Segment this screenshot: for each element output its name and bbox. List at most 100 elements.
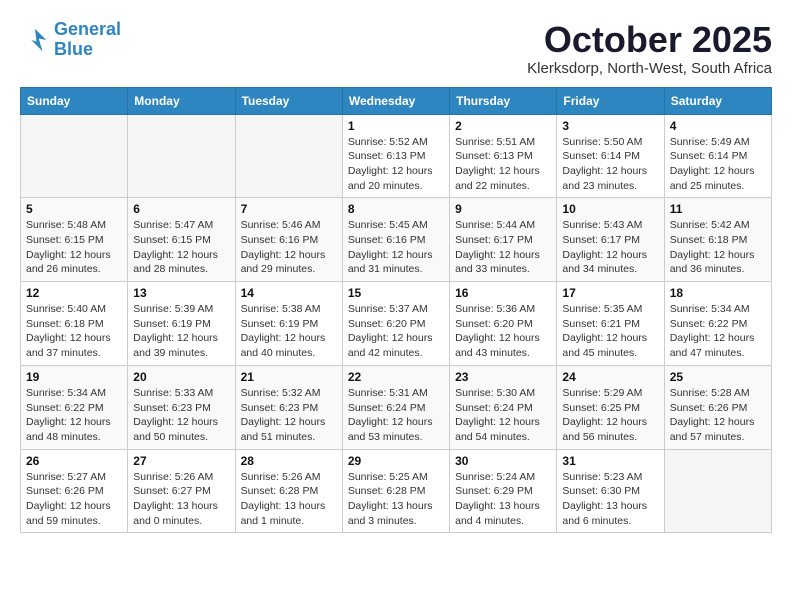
calendar-week-row: 26 Sunrise: 5:27 AM Sunset: 6:26 PM Dayli…	[21, 449, 772, 533]
day-number: 6	[133, 202, 229, 216]
day-info: Sunrise: 5:43 AM Sunset: 6:17 PM Dayligh…	[562, 218, 658, 277]
table-row: 30 Sunrise: 5:24 AM Sunset: 6:29 PM Dayli…	[450, 449, 557, 533]
table-row: 31 Sunrise: 5:23 AM Sunset: 6:30 PM Dayli…	[557, 449, 664, 533]
day-number: 18	[670, 286, 766, 300]
day-number: 30	[455, 454, 551, 468]
table-row: 1Sunrise: 5:52 AM Sunset: 6:13 PM Daylig…	[342, 114, 449, 198]
day-info: Sunrise: 5:49 AM Sunset: 6:14 PM Dayligh…	[670, 135, 766, 194]
day-info: Sunrise: 5:38 AM Sunset: 6:19 PM Dayligh…	[241, 302, 337, 361]
day-info: Sunrise: 5:31 AM Sunset: 6:24 PM Dayligh…	[348, 386, 444, 445]
page-header: General Blue October 2025 Klerksdorp, No…	[20, 20, 772, 77]
day-info: Sunrise: 5:48 AM Sunset: 6:15 PM Dayligh…	[26, 218, 122, 277]
table-row: 23 Sunrise: 5:30 AM Sunset: 6:24 PM Dayli…	[450, 365, 557, 449]
day-info: Sunrise: 5:50 AM Sunset: 6:14 PM Dayligh…	[562, 135, 658, 194]
day-number: 1	[348, 119, 444, 133]
calendar-week-row: 1Sunrise: 5:52 AM Sunset: 6:13 PM Daylig…	[21, 114, 772, 198]
day-info: Sunrise: 5:25 AM Sunset: 6:28 PM Dayligh…	[348, 470, 444, 529]
header-sunday: Sunday	[21, 87, 128, 114]
day-number: 10	[562, 202, 658, 216]
day-number: 22	[348, 370, 444, 384]
day-number: 29	[348, 454, 444, 468]
table-row: 10 Sunrise: 5:43 AM Sunset: 6:17 PM Dayli…	[557, 198, 664, 282]
table-row: 8Sunrise: 5:45 AM Sunset: 6:16 PM Daylig…	[342, 198, 449, 282]
header-saturday: Saturday	[664, 87, 771, 114]
table-row: 15Sunrise: 5:37 AM Sunset: 6:20 PM Dayli…	[342, 282, 449, 366]
day-number: 26	[26, 454, 122, 468]
day-number: 20	[133, 370, 229, 384]
day-info: Sunrise: 5:36 AM Sunset: 6:20 PM Dayligh…	[455, 302, 551, 361]
day-info: Sunrise: 5:46 AM Sunset: 6:16 PM Dayligh…	[241, 218, 337, 277]
table-row: 28 Sunrise: 5:26 AM Sunset: 6:28 PM Dayli…	[235, 449, 342, 533]
day-number: 13	[133, 286, 229, 300]
table-row	[664, 449, 771, 533]
day-info: Sunrise: 5:29 AM Sunset: 6:25 PM Dayligh…	[562, 386, 658, 445]
day-number: 19	[26, 370, 122, 384]
table-row: 19Sunrise: 5:34 AM Sunset: 6:22 PM Dayli…	[21, 365, 128, 449]
table-row: 12 Sunrise: 5:40 AM Sunset: 6:18 PM Dayli…	[21, 282, 128, 366]
day-info: Sunrise: 5:42 AM Sunset: 6:18 PM Dayligh…	[670, 218, 766, 277]
header-tuesday: Tuesday	[235, 87, 342, 114]
day-info: Sunrise: 5:23 AM Sunset: 6:30 PM Dayligh…	[562, 470, 658, 529]
table-row: 26 Sunrise: 5:27 AM Sunset: 6:26 PM Dayli…	[21, 449, 128, 533]
header-thursday: Thursday	[450, 87, 557, 114]
table-row: 4 Sunrise: 5:49 AM Sunset: 6:14 PM Daylig…	[664, 114, 771, 198]
day-number: 12	[26, 286, 122, 300]
month-title: October 2025	[527, 20, 772, 60]
day-info: Sunrise: 5:24 AM Sunset: 6:29 PM Dayligh…	[455, 470, 551, 529]
day-info: Sunrise: 5:27 AM Sunset: 6:26 PM Dayligh…	[26, 470, 122, 529]
calendar-week-row: 5 Sunrise: 5:48 AM Sunset: 6:15 PM Daylig…	[21, 198, 772, 282]
day-number: 9	[455, 202, 551, 216]
table-row: 3 Sunrise: 5:50 AM Sunset: 6:14 PM Daylig…	[557, 114, 664, 198]
day-number: 15	[348, 286, 444, 300]
logo: General Blue	[20, 20, 121, 60]
day-number: 4	[670, 119, 766, 133]
weekday-header-row: Sunday Monday Tuesday Wednesday Thursday…	[21, 87, 772, 114]
day-number: 8	[348, 202, 444, 216]
day-number: 2	[455, 119, 551, 133]
day-number: 31	[562, 454, 658, 468]
table-row: 2 Sunrise: 5:51 AM Sunset: 6:13 PM Daylig…	[450, 114, 557, 198]
calendar-week-row: 19Sunrise: 5:34 AM Sunset: 6:22 PM Dayli…	[21, 365, 772, 449]
day-info: Sunrise: 5:32 AM Sunset: 6:23 PM Dayligh…	[241, 386, 337, 445]
table-row: 21 Sunrise: 5:32 AM Sunset: 6:23 PM Dayli…	[235, 365, 342, 449]
header-monday: Monday	[128, 87, 235, 114]
logo-text: General Blue	[54, 20, 121, 60]
day-info: Sunrise: 5:26 AM Sunset: 6:27 PM Dayligh…	[133, 470, 229, 529]
table-row: 11 Sunrise: 5:42 AM Sunset: 6:18 PM Dayli…	[664, 198, 771, 282]
day-info: Sunrise: 5:51 AM Sunset: 6:13 PM Dayligh…	[455, 135, 551, 194]
day-info: Sunrise: 5:40 AM Sunset: 6:18 PM Dayligh…	[26, 302, 122, 361]
table-row: 16Sunrise: 5:36 AM Sunset: 6:20 PM Dayli…	[450, 282, 557, 366]
table-row: 14 Sunrise: 5:38 AM Sunset: 6:19 PM Dayli…	[235, 282, 342, 366]
location: Klerksdorp, North-West, South Africa	[527, 60, 772, 77]
table-row: 9 Sunrise: 5:44 AM Sunset: 6:17 PM Daylig…	[450, 198, 557, 282]
table-row: 27Sunrise: 5:26 AM Sunset: 6:27 PM Dayli…	[128, 449, 235, 533]
calendar-week-row: 12 Sunrise: 5:40 AM Sunset: 6:18 PM Dayli…	[21, 282, 772, 366]
day-info: Sunrise: 5:28 AM Sunset: 6:26 PM Dayligh…	[670, 386, 766, 445]
day-number: 14	[241, 286, 337, 300]
day-number: 21	[241, 370, 337, 384]
day-number: 5	[26, 202, 122, 216]
table-row: 20 Sunrise: 5:33 AM Sunset: 6:23 PM Dayli…	[128, 365, 235, 449]
table-row	[21, 114, 128, 198]
day-info: Sunrise: 5:47 AM Sunset: 6:15 PM Dayligh…	[133, 218, 229, 277]
day-number: 25	[670, 370, 766, 384]
table-row: 13 Sunrise: 5:39 AM Sunset: 6:19 PM Dayli…	[128, 282, 235, 366]
day-number: 23	[455, 370, 551, 384]
day-info: Sunrise: 5:26 AM Sunset: 6:28 PM Dayligh…	[241, 470, 337, 529]
day-info: Sunrise: 5:30 AM Sunset: 6:24 PM Dayligh…	[455, 386, 551, 445]
logo-icon	[20, 25, 50, 55]
day-number: 28	[241, 454, 337, 468]
day-number: 24	[562, 370, 658, 384]
table-row: 5 Sunrise: 5:48 AM Sunset: 6:15 PM Daylig…	[21, 198, 128, 282]
table-row: 7Sunrise: 5:46 AM Sunset: 6:16 PM Daylig…	[235, 198, 342, 282]
day-info: Sunrise: 5:33 AM Sunset: 6:23 PM Dayligh…	[133, 386, 229, 445]
header-friday: Friday	[557, 87, 664, 114]
day-info: Sunrise: 5:39 AM Sunset: 6:19 PM Dayligh…	[133, 302, 229, 361]
table-row: 17Sunrise: 5:35 AM Sunset: 6:21 PM Dayli…	[557, 282, 664, 366]
day-info: Sunrise: 5:44 AM Sunset: 6:17 PM Dayligh…	[455, 218, 551, 277]
day-number: 11	[670, 202, 766, 216]
table-row: 24 Sunrise: 5:29 AM Sunset: 6:25 PM Dayli…	[557, 365, 664, 449]
day-info: Sunrise: 5:35 AM Sunset: 6:21 PM Dayligh…	[562, 302, 658, 361]
table-row: 25 Sunrise: 5:28 AM Sunset: 6:26 PM Dayli…	[664, 365, 771, 449]
day-number: 3	[562, 119, 658, 133]
